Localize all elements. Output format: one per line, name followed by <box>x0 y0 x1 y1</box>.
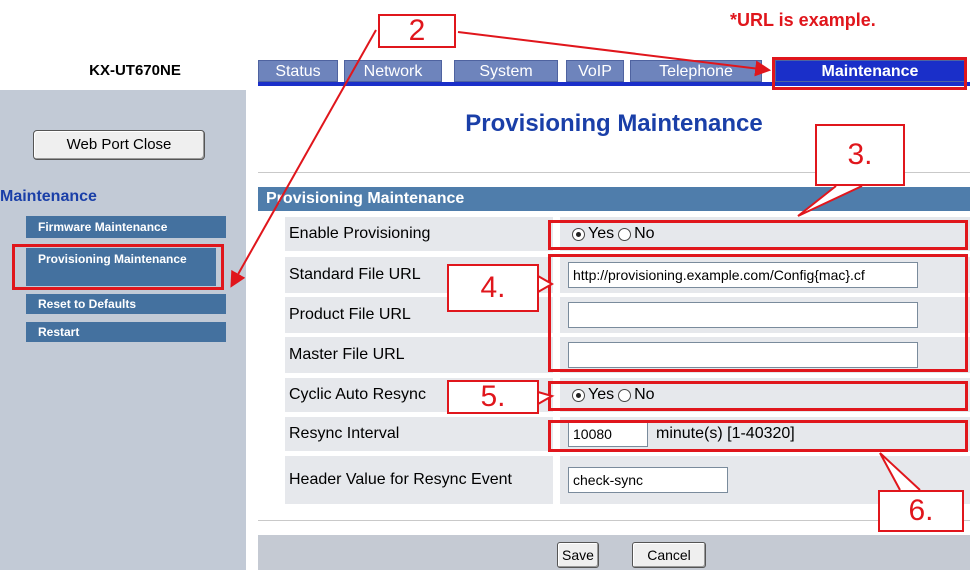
action-bar <box>258 535 970 570</box>
callout-5: 5. <box>447 380 539 414</box>
tab-telephone[interactable]: Telephone <box>630 60 762 82</box>
sidebar-title: Maintenance <box>0 188 97 205</box>
callout-2: 2 <box>378 14 456 48</box>
enable-provisioning-label: Enable Provisioning <box>285 217 553 251</box>
highlight-maintenance-tab <box>772 57 967 90</box>
header-value-input[interactable]: check-sync <box>568 467 728 493</box>
header-value-label: Header Value for Resync Event <box>285 456 553 504</box>
callout-4: 4. <box>447 264 539 312</box>
highlight-cyclic-auto-resync <box>548 381 968 411</box>
resync-interval-label: Resync Interval <box>285 417 553 451</box>
tab-network[interactable]: Network <box>344 60 442 82</box>
tab-status[interactable]: Status <box>258 60 338 82</box>
master-file-url-label: Master File URL <box>285 337 553 373</box>
highlight-enable-provisioning <box>548 220 968 250</box>
model-name: KX-UT670NE <box>89 62 181 79</box>
web-port-close-button[interactable]: Web Port Close <box>33 130 205 160</box>
sidebar-item-reset-to-defaults[interactable]: Reset to Defaults <box>26 294 226 314</box>
sidebar-item-restart[interactable]: Restart <box>26 322 226 342</box>
save-button[interactable]: Save <box>557 542 599 568</box>
highlight-resync-interval <box>548 420 968 452</box>
tab-voip[interactable]: VoIP <box>566 60 624 82</box>
highlight-file-urls <box>548 254 968 372</box>
section-header: Provisioning Maintenance <box>258 187 970 211</box>
url-example-note: *URL is example. <box>730 10 876 30</box>
sidebar-item-firmware-maintenance[interactable]: Firmware Maintenance <box>26 216 226 238</box>
callout-6: 6. <box>878 490 964 532</box>
highlight-provisioning-maintenance-item <box>12 244 224 290</box>
callout-3: 3. <box>815 124 905 186</box>
divider <box>258 520 970 521</box>
cancel-button[interactable]: Cancel <box>632 542 706 568</box>
tab-system[interactable]: System <box>454 60 558 82</box>
